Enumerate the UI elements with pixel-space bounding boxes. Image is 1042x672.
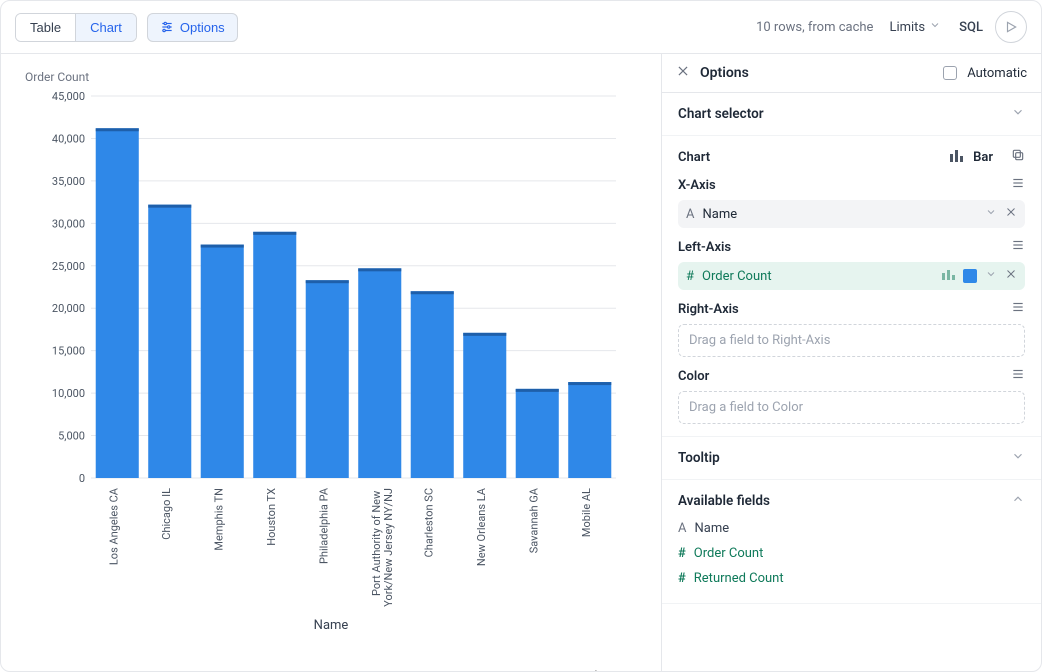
panel-title: Options: [700, 65, 749, 81]
right-axis-label: Right-Axis: [678, 302, 739, 317]
chart-section-label: Chart: [678, 150, 710, 165]
field-name: Returned Count: [694, 571, 784, 586]
svg-text:20,000: 20,000: [52, 302, 85, 315]
bar[interactable]: [516, 389, 559, 478]
left-axis-field-pill[interactable]: # Order Count: [678, 262, 1025, 290]
svg-text:Savannah GA: Savannah GA: [527, 487, 540, 553]
svg-text:Port Authority of New York/New: Port Authority of New York/New Jersey NY…: [370, 488, 395, 607]
color-dropzone[interactable]: Drag a field to Color: [678, 391, 1025, 424]
mini-bar-icon: [941, 268, 955, 284]
chevron-down-icon: [929, 19, 941, 35]
view-toggle: Table Chart: [15, 13, 137, 42]
bar[interactable]: [411, 291, 454, 478]
remove-field-icon[interactable]: [1005, 206, 1017, 222]
available-field[interactable]: # Order Count: [678, 541, 1025, 566]
field-name: Name: [694, 521, 729, 536]
bar[interactable]: [201, 245, 244, 478]
svg-text:25,000: 25,000: [52, 260, 85, 273]
number-type-icon: #: [686, 269, 694, 284]
svg-text:Mobile AL: Mobile AL: [580, 488, 593, 537]
chevron-down-icon: [1011, 449, 1025, 467]
table-tab[interactable]: Table: [16, 14, 75, 41]
axis-settings-icon[interactable]: [1011, 300, 1025, 318]
svg-text:40,000: 40,000: [52, 132, 85, 145]
bar[interactable]: [568, 382, 611, 478]
svg-text:10,000: 10,000: [52, 387, 85, 400]
options-panel: Options Automatic Chart selector Chart: [661, 54, 1041, 671]
svg-text:30,000: 30,000: [52, 217, 85, 230]
toolbar: Table Chart Options 10 rows, from cache …: [1, 1, 1041, 54]
svg-text:Chicago IL: Chicago IL: [160, 488, 173, 540]
close-icon[interactable]: [676, 64, 690, 82]
chart-area: Order Count 0 5,000 10,000 15,000 20,000 25,0…: [1, 54, 661, 671]
limits-dropdown[interactable]: Limits: [889, 19, 941, 35]
available-field[interactable]: # Returned Count: [678, 566, 1025, 591]
automatic-label: Automatic: [967, 66, 1027, 81]
bar[interactable]: [463, 333, 506, 478]
run-button[interactable]: [995, 11, 1027, 43]
x-axis-label: X-Axis: [678, 178, 716, 193]
axis-settings-icon[interactable]: [1011, 238, 1025, 256]
axis-settings-icon[interactable]: [1011, 367, 1025, 385]
available-field[interactable]: A Name: [678, 516, 1025, 541]
field-name: Order Count: [694, 546, 764, 561]
svg-text:Houston TX: Houston TX: [265, 488, 278, 546]
svg-text:Memphis TN: Memphis TN: [212, 488, 225, 551]
sliders-icon: [160, 20, 174, 34]
chevron-down-icon: [1011, 105, 1025, 123]
sql-label[interactable]: SQL: [959, 20, 983, 35]
svg-text:5,000: 5,000: [58, 430, 85, 443]
bar-chart-icon: [949, 148, 965, 166]
svg-text:45,000: 45,000: [52, 90, 85, 103]
chart-selector-section[interactable]: Chart selector: [662, 93, 1041, 136]
bar[interactable]: [96, 128, 139, 478]
svg-text:0: 0: [79, 472, 85, 485]
right-axis-dropzone[interactable]: Drag a field to Right-Axis: [678, 324, 1025, 357]
x-axis-title: Name: [25, 618, 637, 633]
chart-type-select[interactable]: Bar: [973, 150, 993, 165]
copy-icon[interactable]: [1011, 148, 1025, 166]
bar[interactable]: [306, 280, 349, 478]
svg-text:New Orleans LA: New Orleans LA: [475, 487, 488, 566]
play-icon: [1004, 20, 1018, 34]
svg-text:Charleston SC: Charleston SC: [422, 488, 435, 557]
series-color-swatch[interactable]: [963, 269, 977, 283]
options-button-label: Options: [180, 20, 225, 35]
text-type-icon: A: [678, 521, 686, 536]
number-type-icon: #: [678, 546, 686, 561]
result-status: 10 rows, from cache: [756, 20, 873, 35]
y-axis-title: Order Count: [25, 70, 637, 84]
chart-section: Chart Bar X-Axis: [662, 136, 1041, 437]
bar[interactable]: [358, 268, 401, 478]
color-label: Color: [678, 369, 709, 384]
left-axis-label: Left-Axis: [678, 240, 731, 255]
chevron-up-icon[interactable]: [1011, 492, 1025, 510]
available-fields-section: Available fields AName#Order Count#Retur…: [662, 480, 1041, 604]
cursor-icon: [594, 668, 608, 671]
options-button[interactable]: Options: [147, 13, 238, 42]
chevron-down-icon[interactable]: [985, 206, 997, 222]
bar-chart: 0 5,000 10,000 15,000 20,000 25,000 30,000 35,0…: [25, 88, 637, 608]
bar[interactable]: [253, 232, 296, 478]
bar[interactable]: [148, 205, 191, 478]
automatic-checkbox[interactable]: [943, 66, 957, 80]
axis-settings-icon[interactable]: [1011, 176, 1025, 194]
remove-field-icon[interactable]: [1005, 268, 1017, 284]
chart-tab[interactable]: Chart: [75, 14, 136, 41]
svg-text:Los Angeles CA: Los Angeles CA: [107, 487, 120, 565]
number-type-icon: #: [678, 571, 686, 586]
tooltip-section[interactable]: Tooltip: [662, 437, 1041, 480]
text-type-icon: A: [686, 207, 694, 222]
svg-text:35,000: 35,000: [52, 175, 85, 188]
svg-text:15,000: 15,000: [52, 345, 85, 358]
chevron-down-icon[interactable]: [985, 268, 997, 284]
x-axis-field-pill[interactable]: A Name: [678, 200, 1025, 228]
svg-text:Philadelphia PA: Philadelphia PA: [317, 487, 330, 564]
